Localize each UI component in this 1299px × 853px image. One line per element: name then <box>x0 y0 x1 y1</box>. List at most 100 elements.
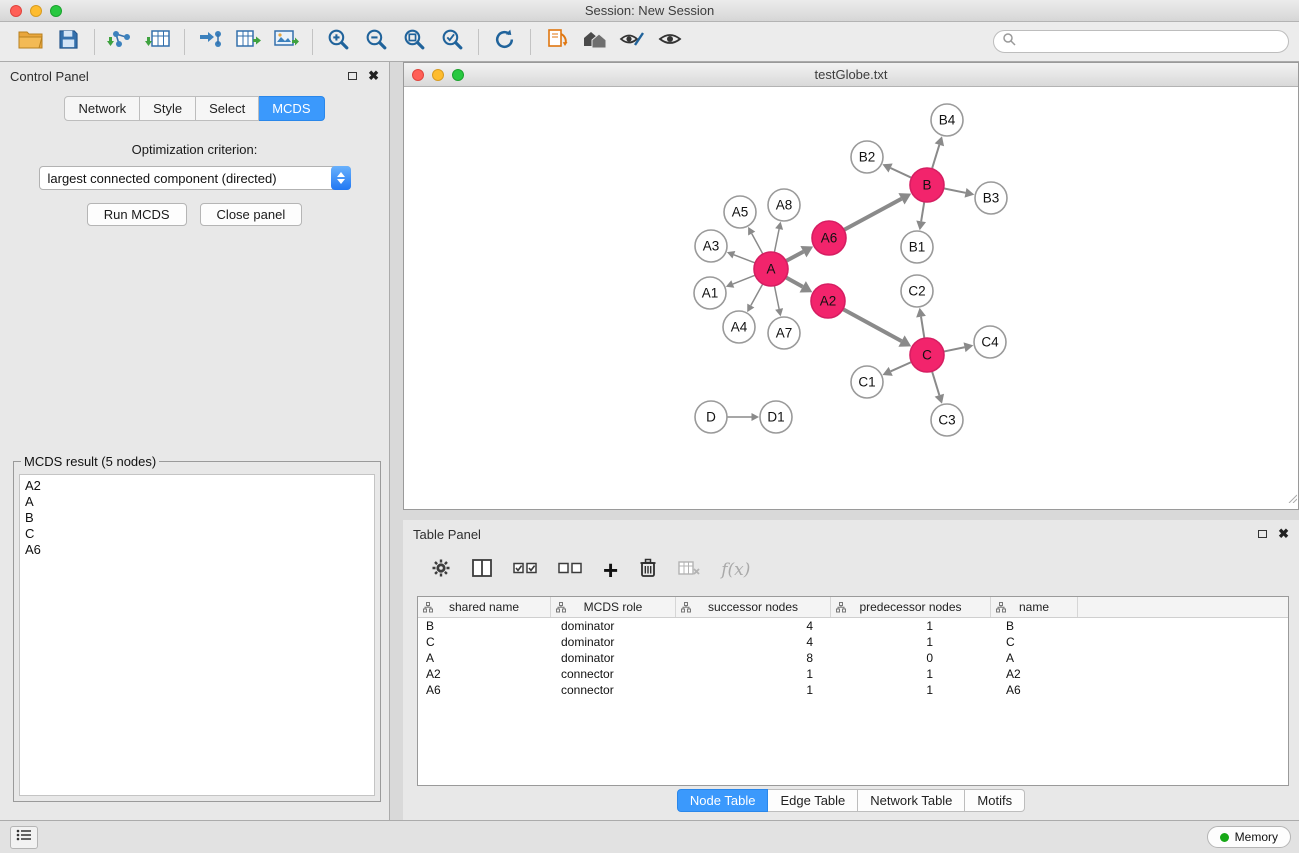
table-cell[interactable]: 1 <box>676 667 831 681</box>
session-doc-button[interactable] <box>540 27 572 57</box>
tab-select[interactable]: Select <box>196 96 259 121</box>
graph-node-C[interactable]: C <box>910 338 944 372</box>
table-cell[interactable]: 4 <box>676 619 831 633</box>
import-table-button[interactable] <box>142 27 174 57</box>
search-input[interactable] <box>1016 32 1288 51</box>
graph-node-B3[interactable]: B3 <box>975 182 1007 214</box>
graph-edge-A6-B[interactable] <box>844 199 902 230</box>
table-cell[interactable]: 1 <box>831 635 991 649</box>
zoom-fit-button[interactable] <box>398 27 430 57</box>
export-table-button[interactable] <box>232 27 264 57</box>
tab-network-table[interactable]: Network Table <box>858 789 965 812</box>
close-panel-icon[interactable]: ✖ <box>1278 529 1289 539</box>
graph-node-C2[interactable]: C2 <box>901 275 933 307</box>
graph-node-B1[interactable]: B1 <box>901 231 933 263</box>
graph-edge-C-C1[interactable] <box>891 362 912 371</box>
function-builder-button[interactable]: f(x) <box>721 560 750 580</box>
graph-edge-A-A8[interactable] <box>774 229 779 252</box>
graph-edge-C-C4[interactable] <box>944 347 965 351</box>
graph-edge-A-A7[interactable] <box>774 286 779 309</box>
table-cell[interactable]: 1 <box>831 619 991 633</box>
table-cell[interactable]: 1 <box>676 683 831 697</box>
mcds-result-item[interactable]: A6 <box>25 542 369 558</box>
graph-edge-A-A6[interactable] <box>786 252 803 261</box>
show-columns-button[interactable] <box>472 559 492 582</box>
mcds-result-item[interactable]: C <box>25 526 369 542</box>
graph-node-B2[interactable]: B2 <box>851 141 883 173</box>
graph-node-A1[interactable]: A1 <box>694 277 726 309</box>
graph-edge-B-B2[interactable] <box>891 168 912 178</box>
graph-node-A8[interactable]: A8 <box>768 189 800 221</box>
table-row[interactable]: Cdominator41C <box>418 634 1288 650</box>
delete-column-button[interactable] <box>639 558 657 583</box>
export-image-button[interactable] <box>270 27 302 57</box>
column-header-predecessor-nodes[interactable]: predecessor nodes <box>831 597 991 617</box>
graph-node-A7[interactable]: A7 <box>768 317 800 349</box>
search-box[interactable] <box>993 30 1289 53</box>
graph-node-A5[interactable]: A5 <box>724 196 756 228</box>
table-cell[interactable]: connector <box>551 667 676 681</box>
table-cell[interactable]: A2 <box>991 667 1078 681</box>
network-canvas[interactable]: B4B2BB3A5A8A6B1A3AC2A1A2A4A7C4CC1C3DD1 <box>404 87 1298 509</box>
close-panel-icon[interactable]: ✖ <box>368 71 379 81</box>
mcds-result-item[interactable]: A2 <box>25 478 369 494</box>
tab-node-table[interactable]: Node Table <box>677 789 769 812</box>
zoom-in-button[interactable] <box>322 27 354 57</box>
table-cell[interactable]: A <box>991 651 1078 665</box>
refresh-button[interactable] <box>488 27 520 57</box>
graph-edge-A2-C[interactable] <box>843 309 902 341</box>
memory-button[interactable]: Memory <box>1207 826 1291 848</box>
column-header-successor-nodes[interactable]: successor nodes <box>676 597 831 617</box>
table-cell[interactable]: A2 <box>418 667 551 681</box>
graph-edge-A-A5[interactable] <box>752 234 763 255</box>
tab-mcds[interactable]: MCDS <box>259 96 324 121</box>
table-cell[interactable]: dominator <box>551 651 676 665</box>
tab-edge-table[interactable]: Edge Table <box>768 789 858 812</box>
graph-edge-A-A4[interactable] <box>751 284 763 306</box>
open-session-button[interactable] <box>14 27 46 57</box>
graph-node-B[interactable]: B <box>910 168 944 202</box>
graph-node-A[interactable]: A <box>754 252 788 286</box>
graph-edge-B-B3[interactable] <box>944 188 966 192</box>
tab-style[interactable]: Style <box>140 96 196 121</box>
graph-node-A6[interactable]: A6 <box>812 221 846 255</box>
close-window-icon[interactable] <box>412 69 424 81</box>
resize-grip-icon[interactable] <box>1287 490 1297 508</box>
close-window-icon[interactable] <box>10 5 22 17</box>
select-all-columns-button[interactable] <box>513 561 537 579</box>
tab-network[interactable]: Network <box>64 96 140 121</box>
table-cell[interactable]: A <box>418 651 551 665</box>
table-cell[interactable]: 4 <box>676 635 831 649</box>
graph-node-A2[interactable]: A2 <box>811 284 845 318</box>
graph-node-A4[interactable]: A4 <box>723 311 755 343</box>
table-cell[interactable]: dominator <box>551 635 676 649</box>
graph-edge-B-B4[interactable] <box>932 145 939 169</box>
table-row[interactable]: A2connector11A2 <box>418 666 1288 682</box>
close-panel-button[interactable]: Close panel <box>200 203 303 226</box>
table-row[interactable]: A6connector11A6 <box>418 682 1288 698</box>
graph-node-C1[interactable]: C1 <box>851 366 883 398</box>
maximize-window-icon[interactable] <box>50 5 62 17</box>
graph-node-A3[interactable]: A3 <box>695 230 727 262</box>
delete-table-button[interactable] <box>678 560 700 581</box>
graph-edge-A-A3[interactable] <box>734 255 755 263</box>
tab-motifs[interactable]: Motifs <box>965 789 1025 812</box>
column-header-MCDS-role[interactable]: MCDS role <box>551 597 676 617</box>
table-cell[interactable]: dominator <box>551 619 676 633</box>
task-history-button[interactable] <box>10 826 38 849</box>
graph-edge-C-C2[interactable] <box>921 317 924 339</box>
run-mcds-button[interactable]: Run MCDS <box>87 203 187 226</box>
graph-edge-A-A2[interactable] <box>786 277 803 286</box>
criterion-dropdown[interactable]: largest connected component (directed) <box>39 166 351 190</box>
float-panel-icon[interactable] <box>348 72 357 80</box>
import-network-button[interactable] <box>104 27 136 57</box>
mcds-result-list[interactable]: A2ABCA6 <box>19 474 375 796</box>
table-cell[interactable]: 8 <box>676 651 831 665</box>
table-row[interactable]: Bdominator41B <box>418 618 1288 634</box>
overview-button[interactable] <box>578 27 610 57</box>
table-cell[interactable]: B <box>991 619 1078 633</box>
column-header-name[interactable]: name <box>991 597 1078 617</box>
table-cell[interactable]: 1 <box>831 683 991 697</box>
table-row[interactable]: Adominator80A <box>418 650 1288 666</box>
graph-edge-C-C3[interactable] <box>932 371 939 395</box>
